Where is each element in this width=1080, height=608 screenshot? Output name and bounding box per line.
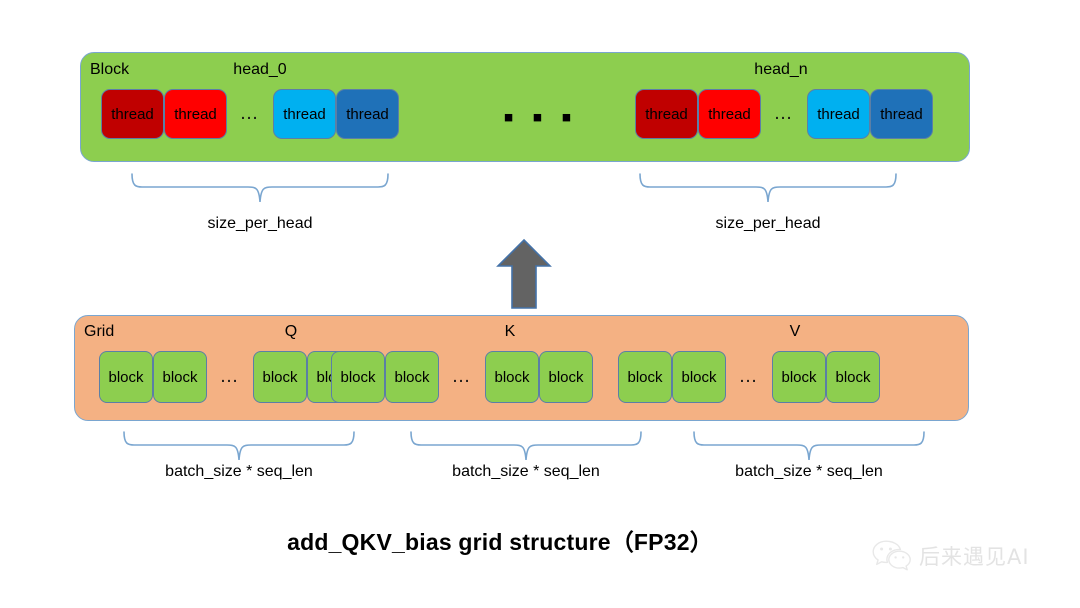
brace-shape	[693, 431, 925, 461]
block-center-ellipsis: ▪ ▪ ▪	[503, 101, 577, 134]
brace-batch-seq-q	[122, 430, 356, 462]
thread-box: thread	[698, 89, 761, 139]
section-label-q: Q	[284, 323, 298, 340]
grid-block-box: block	[772, 351, 826, 403]
section-label-v: V	[789, 323, 801, 340]
brace-caption-size-per-head-n: size_per_head	[715, 215, 821, 232]
brace-batch-seq-k	[409, 430, 643, 462]
grid-to-block-arrow-icon	[495, 238, 553, 310]
grid-block-box: block	[618, 351, 672, 403]
diagram-title: add_QKV_bias grid structure（FP32）	[287, 529, 713, 555]
block-group-v: block block … block block	[618, 351, 880, 403]
grid-block-box: block	[331, 351, 385, 403]
brace-shape	[639, 173, 897, 203]
grid-block-ellipsis: …	[738, 365, 760, 387]
grid-block-box: block	[826, 351, 880, 403]
thread-box: thread	[164, 89, 227, 139]
block-group-q: block block … block block	[99, 351, 361, 403]
brace-caption-batch-seq-k: batch_size * seq_len	[452, 463, 600, 480]
block-label: Block	[90, 61, 130, 78]
thread-box: thread	[336, 89, 399, 139]
brace-size-per-head-0	[130, 172, 390, 204]
brace-caption-size-per-head-0: size_per_head	[207, 215, 313, 232]
grid-block-ellipsis: …	[451, 365, 473, 387]
arrow-up-icon	[496, 238, 552, 309]
brace-size-per-head-n	[638, 172, 898, 204]
brace-shape	[131, 173, 389, 203]
grid-block-box: block	[672, 351, 726, 403]
grid-block-box: block	[99, 351, 153, 403]
brace-caption-batch-seq-v: batch_size * seq_len	[735, 463, 883, 480]
grid-block-box: block	[153, 351, 207, 403]
grid-block-box: block	[539, 351, 593, 403]
head-label-0: head_0	[233, 61, 287, 78]
thread-box: thread	[635, 89, 698, 139]
watermark: 后来遇见AI	[872, 533, 1072, 579]
grid-label: Grid	[84, 323, 115, 340]
block-group-k: block block … block block	[331, 351, 593, 403]
grid-container: Grid Q K V block block … block block blo…	[74, 315, 969, 421]
thread-group-head-0: thread thread … thread thread	[101, 89, 399, 139]
grid-block-box: block	[253, 351, 307, 403]
brace-caption-batch-seq-q: batch_size * seq_len	[165, 463, 313, 480]
brace-batch-seq-v	[692, 430, 926, 462]
brace-shape	[123, 431, 355, 461]
watermark-text: 后来遇见AI	[919, 545, 1030, 569]
grid-block-ellipsis: …	[219, 365, 241, 387]
thread-box: thread	[870, 89, 933, 139]
thread-ellipsis: …	[773, 102, 795, 124]
block-container: Block head_0 head_n thread thread … thre…	[80, 52, 970, 162]
wechat-icon	[872, 540, 911, 571]
thread-box: thread	[101, 89, 164, 139]
thread-box: thread	[807, 89, 870, 139]
thread-group-head-n: thread thread … thread thread	[635, 89, 933, 139]
grid-block-box: block	[385, 351, 439, 403]
head-label-n: head_n	[754, 61, 808, 78]
thread-ellipsis: …	[239, 102, 261, 124]
brace-shape	[410, 431, 642, 461]
thread-box: thread	[273, 89, 336, 139]
section-label-k: K	[504, 323, 516, 340]
grid-block-box: block	[485, 351, 539, 403]
